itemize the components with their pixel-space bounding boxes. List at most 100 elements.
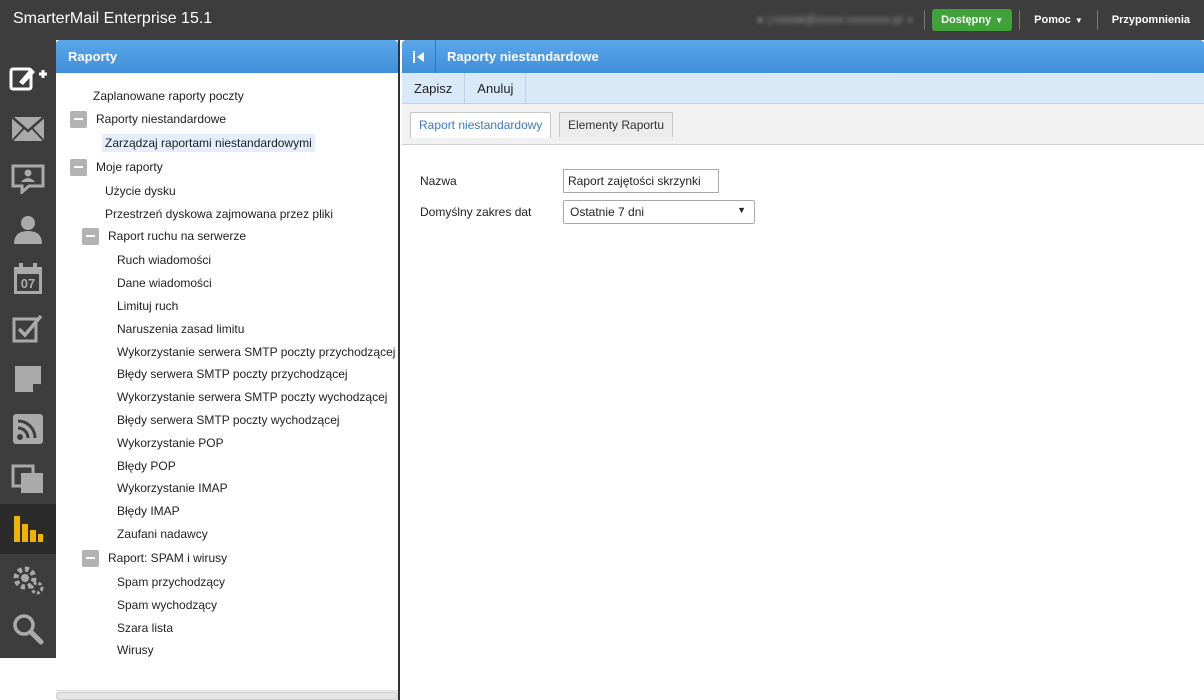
custom-report-panel: Raporty niestandardowe Zapisz Anuluj Rap… — [402, 40, 1204, 700]
tree-item[interactable]: Szara lista — [114, 618, 176, 638]
date-range-value: Ostatnie 7 dni — [570, 205, 645, 219]
reports-icon — [14, 516, 43, 542]
cancel-button[interactable]: Anuluj — [465, 73, 527, 103]
tree-item-label: Moje raporty — [96, 160, 163, 174]
help-label: Pomoc — [1034, 14, 1071, 26]
rail-calendar[interactable]: 07 — [0, 254, 56, 304]
name-field[interactable]: Raport zajętości skrzynki — [563, 169, 719, 193]
tree-item-label: Spam przychodzący — [117, 575, 226, 589]
tree-item-label: Dane wiadomości — [117, 276, 212, 290]
rail-contacts[interactable] — [0, 204, 56, 254]
compose-icon — [9, 67, 47, 91]
calendar-icon: 07 — [14, 263, 42, 294]
tree-item[interactable]: Wykorzystanie serwera SMTP poczty wychod… — [114, 387, 390, 407]
tree-item-label: Wykorzystanie POP — [117, 436, 224, 450]
divider — [924, 10, 926, 30]
collapse-toggle-icon[interactable] — [82, 227, 99, 245]
tree-item[interactable]: Błędy serwera SMTP poczty przychodzącej — [114, 364, 351, 384]
icon-rail: 07 — [0, 40, 56, 658]
collapse-toggle-icon[interactable] — [70, 158, 87, 176]
rail-mail[interactable] — [0, 104, 56, 154]
tree-item[interactable]: Dane wiadomości — [114, 273, 215, 293]
tree-item-label: Zaufani nadawcy — [117, 527, 208, 541]
tree-item-label: Raport: SPAM i wirusy — [108, 551, 228, 565]
tree-item[interactable]: Zaplanowane raporty poczty — [90, 86, 247, 106]
collapse-left-icon — [412, 50, 424, 63]
tree-item[interactable]: Wykorzystanie IMAP — [114, 478, 231, 498]
tree-item-label: Spam wychodzący — [117, 598, 218, 612]
rail-settings[interactable] — [0, 554, 56, 604]
tree-item-label: Użycie dysku — [105, 184, 176, 198]
rail-footer — [0, 658, 56, 700]
chevron-down-icon: ▼ — [737, 205, 746, 215]
tree-item[interactable]: Wykorzystanie serwera SMTP poczty przych… — [114, 342, 398, 362]
reports-tree: Zaplanowane raporty poczty Raporty niesta… — [56, 73, 398, 700]
help-menu[interactable]: Pomoc ▼ — [1020, 14, 1097, 26]
date-range-label: Domyślny zakres dat — [420, 205, 532, 219]
rail-tasks[interactable] — [0, 304, 56, 354]
rail-rss[interactable] — [0, 404, 56, 454]
chevron-down-icon: ▼ — [906, 15, 915, 25]
chevron-down-icon: ▼ — [995, 15, 1004, 25]
tree-item-label: Wykorzystanie serwera SMTP poczty wychod… — [117, 390, 388, 404]
horizontal-scrollbar[interactable] — [56, 690, 398, 700]
tree-item[interactable]: Błędy POP — [114, 456, 179, 476]
svg-text:07: 07 — [21, 276, 35, 291]
chevron-down-icon: ▼ — [1074, 15, 1083, 25]
tree-item[interactable]: Wirusy — [114, 640, 157, 660]
tree-item-label: Przestrzeń dyskowa zajmowana przez pliki — [105, 207, 334, 221]
tree-item-label: Błędy serwera SMTP poczty wychodzącej — [117, 413, 340, 427]
user-menu[interactable]: ● j.nowak@xxxxx.xxxxxxxx.pl ▼ — [757, 14, 914, 26]
tree-item-label: Raport ruchu na serwerze — [108, 229, 247, 243]
tree-item-label: Błędy serwera SMTP poczty przychodzącej — [117, 367, 348, 381]
tree-item[interactable]: Błędy serwera SMTP poczty wychodzącej — [114, 410, 343, 430]
tree-item[interactable]: Spam wychodzący — [114, 595, 220, 615]
tree-item[interactable]: Naruszenia zasad limitu — [114, 319, 247, 339]
tree-item[interactable]: Przestrzeń dyskowa zajmowana przez pliki — [102, 204, 336, 224]
tree-item[interactable]: Spam przychodzący — [114, 572, 228, 592]
scrollbar-thumb[interactable] — [56, 692, 398, 700]
top-bar: SmarterMail Enterprise 15.1 ● j.nowak@xx… — [0, 0, 1204, 40]
rail-chat[interactable] — [0, 154, 56, 204]
collapse-toggle-icon[interactable] — [82, 549, 99, 567]
tab-strip: Raport niestandardowy Elementy Raportu — [402, 104, 1204, 145]
date-range-select[interactable]: Ostatnie 7 dni ▼ — [563, 200, 755, 224]
files-icon — [11, 464, 43, 493]
status-label: Dostępny — [941, 14, 992, 26]
tree-item[interactable]: Wykorzystanie POP — [114, 433, 227, 453]
reports-panel: Raporty Zaplanowane raporty poczty Raport… — [56, 40, 400, 700]
tree-item[interactable]: Użycie dysku — [102, 181, 179, 201]
tree-item-label: Wirusy — [117, 643, 154, 657]
tasks-icon — [12, 314, 43, 343]
tree-item-label: Zarządzaj raportami niestandardowymi — [102, 134, 315, 152]
mail-icon — [11, 116, 45, 142]
chat-icon — [11, 164, 45, 194]
rss-icon — [13, 414, 43, 444]
tree-item[interactable]: Limituj ruch — [114, 296, 181, 316]
tree-item[interactable]: Raporty niestandardowe — [70, 109, 229, 129]
top-right-controls: ● j.nowak@xxxxx.xxxxxxxx.pl ▼ Dostępny ▼… — [757, 0, 1204, 40]
rail-notes[interactable] — [0, 354, 56, 404]
tree-item[interactable]: Ruch wiadomości — [114, 250, 214, 270]
rail-reports[interactable] — [0, 504, 56, 554]
collapse-panel-button[interactable] — [402, 40, 436, 73]
tab-custom-report[interactable]: Raport niestandardowy — [410, 112, 552, 138]
tree-item[interactable]: Raport ruchu na serwerze — [82, 226, 249, 246]
collapse-toggle-icon[interactable] — [70, 110, 87, 128]
custom-report-title: Raporty niestandardowe — [447, 49, 599, 64]
settings-icon — [13, 566, 44, 595]
rail-search[interactable] — [0, 604, 56, 654]
reminders-link[interactable]: Przypomnienia — [1098, 14, 1204, 26]
tree-item[interactable]: Zarządzaj raportami niestandardowymi — [102, 133, 315, 153]
status-button[interactable]: Dostępny ▼ — [932, 9, 1013, 31]
tree-item[interactable]: Raport: SPAM i wirusy — [82, 548, 230, 568]
tab-report-elements[interactable]: Elementy Raportu — [559, 112, 674, 137]
custom-report-header: Raporty niestandardowe — [402, 40, 1204, 73]
save-button[interactable]: Zapisz — [402, 73, 466, 103]
tree-item[interactable]: Zaufani nadawcy — [114, 524, 211, 544]
rail-compose[interactable] — [0, 54, 56, 104]
tree-item[interactable]: Moje raporty — [70, 157, 166, 177]
rail-files[interactable] — [0, 454, 56, 504]
app-title: SmarterMail Enterprise 15.1 — [13, 10, 213, 27]
tree-item[interactable]: Błędy IMAP — [114, 501, 183, 521]
